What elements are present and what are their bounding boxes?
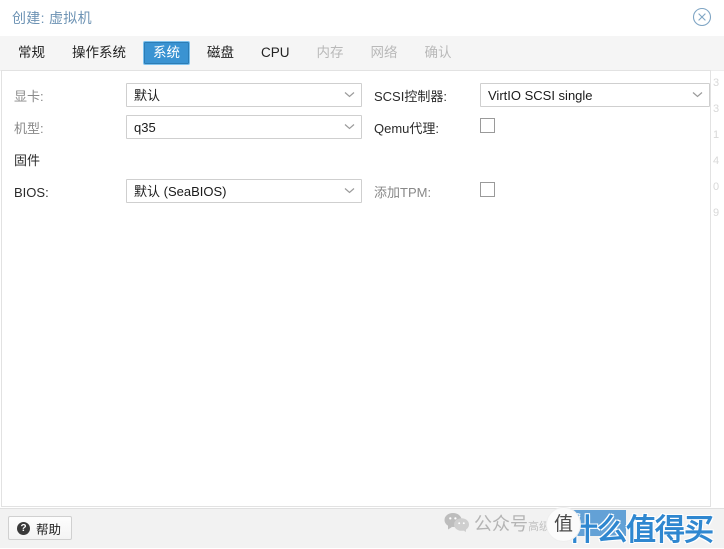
field-row-add-tpm: 添加TPM: [374,179,704,207]
field-row-bios: BIOS: 默认 (SeaBIOS) [14,179,362,207]
right-column-spacer [374,147,704,175]
create-vm-dialog: 创建: 虚拟机 常规 操作系统 系统 磁盘 CPU 内存 网络 确认 显卡: 默… [0,0,724,548]
dialog-footer: ? 帮助 [0,508,724,548]
qemu-agent-label: Qemu代理: [374,121,440,136]
bios-label: BIOS: [14,185,49,200]
graphic-card-value: 默认 [134,88,161,103]
help-button[interactable]: ? 帮助 [8,516,73,540]
tab-network: 网络 [370,45,398,60]
close-circle-icon[interactable] [690,5,714,29]
field-row-graphic-card: 显卡: 默认 [14,83,362,111]
tab-system[interactable]: 系统 [143,41,190,65]
scsi-controller-value: VirtIO SCSI single [488,88,593,103]
machine-value: q35 [134,120,156,135]
chevron-down-icon [344,91,355,98]
question-mark-icon: ? [17,521,30,535]
field-row-scsi-controller: SCSI控制器: VirtIO SCSI single [374,83,710,111]
chevron-down-icon [692,91,703,98]
scsi-controller-select[interactable]: VirtIO SCSI single [480,83,710,107]
tab-os[interactable]: 操作系统 [62,41,136,65]
field-row-machine: 机型: q35 [14,115,362,143]
system-settings-panel: 显卡: 默认 机型: q35 固件 BIOS: 默认 (SeaBIOS) SCS… [1,70,711,507]
help-button-label: 帮助 [36,522,62,537]
graphic-card-label: 显卡: [14,89,44,104]
tab-confirm: 确认 [424,45,452,60]
chevron-down-icon [344,123,355,130]
machine-label: 机型: [14,121,44,136]
qemu-agent-checkbox[interactable] [480,118,495,133]
form-column-right: SCSI控制器: VirtIO SCSI single Qemu代理: 添加TP… [374,83,710,211]
scsi-controller-label: SCSI控制器: [374,89,447,104]
firmware-heading: 固件 [14,153,41,168]
tab-disk[interactable]: 磁盘 [197,41,244,65]
add-tpm-checkbox[interactable] [480,182,495,197]
bios-value: 默认 (SeaBIOS) [134,184,227,199]
tab-bar: 常规 操作系统 系统 磁盘 CPU 内存 网络 确认 [0,36,724,71]
field-row-qemu-agent: Qemu代理: [374,115,704,143]
machine-select[interactable]: q35 [126,115,362,139]
firmware-section-heading-row: 固件 [14,147,354,175]
tab-cpu[interactable]: CPU [251,41,300,65]
tab-memory: 内存 [316,45,344,60]
graphic-card-select[interactable]: 默认 [126,83,362,107]
bios-select[interactable]: 默认 (SeaBIOS) [126,179,362,203]
form-column-left: 显卡: 默认 机型: q35 固件 BIOS: 默认 (SeaBIOS) [14,83,362,211]
dialog-header: 创建: 虚拟机 [0,0,724,36]
chevron-down-icon [344,187,355,194]
add-tpm-label: 添加TPM: [374,185,432,200]
dialog-title: 创建: 虚拟机 [12,10,92,26]
tab-general[interactable]: 常规 [8,41,55,65]
